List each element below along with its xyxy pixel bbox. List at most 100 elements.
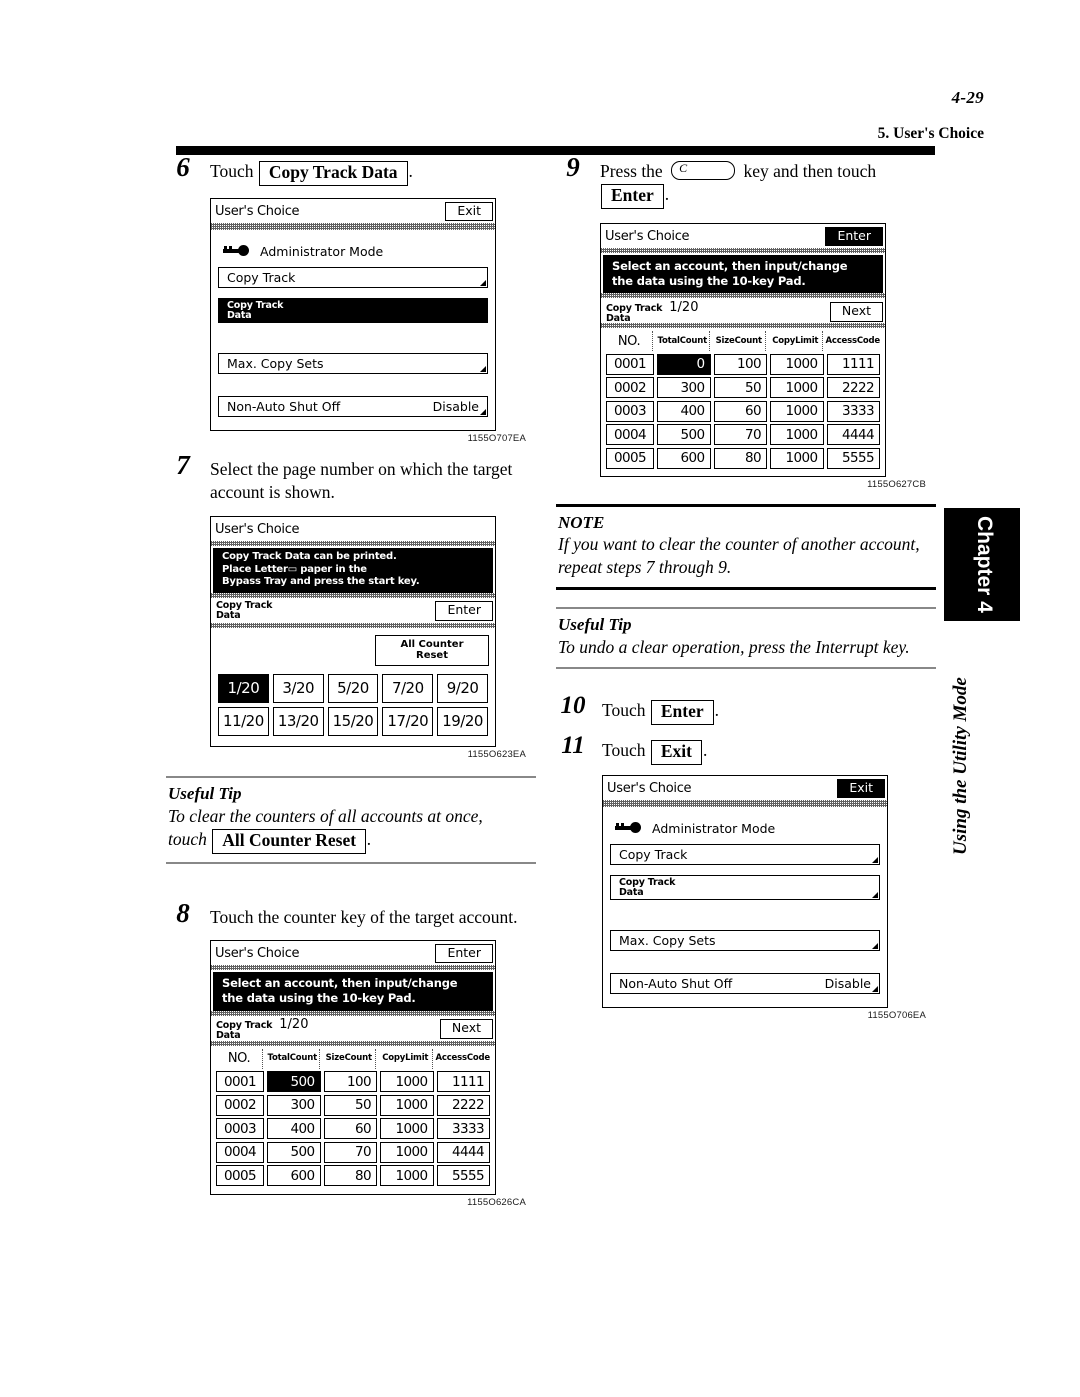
- page-button[interactable]: 15/20: [327, 706, 379, 736]
- instruction-banner: Select an account, then input/change the…: [213, 972, 493, 1011]
- cell-copy-limit[interactable]: 1000: [770, 400, 824, 422]
- cell-access-code[interactable]: 5555: [436, 1165, 490, 1187]
- cell-account-no[interactable]: 0001: [216, 1071, 264, 1093]
- lcd-hatch-divider-2: [211, 592, 495, 598]
- cell-copy-limit[interactable]: 1000: [380, 1165, 434, 1187]
- enter-button[interactable]: Enter: [825, 226, 883, 247]
- menu-item-non-auto-shut-off[interactable]: Non-Auto Shut Off Disable: [218, 395, 488, 417]
- cell-total-count[interactable]: 400: [657, 400, 711, 422]
- all-counter-reset-button-ref[interactable]: All Counter Reset: [212, 828, 367, 854]
- exit-button[interactable]: Exit: [445, 201, 493, 222]
- page-button[interactable]: 7/20: [382, 673, 434, 703]
- cell-size-count[interactable]: 60: [713, 400, 767, 422]
- menu-item-max-copy-sets[interactable]: Max. Copy Sets: [218, 352, 488, 374]
- exit-button[interactable]: Exit: [837, 778, 885, 798]
- page-button[interactable]: 11/20: [218, 706, 269, 736]
- cell-account-no[interactable]: 0003: [216, 1118, 264, 1140]
- cell-access-code[interactable]: 1111: [436, 1071, 490, 1093]
- enter-button[interactable]: Enter: [601, 184, 664, 209]
- next-button[interactable]: Next: [439, 1019, 493, 1039]
- cell-account-no[interactable]: 0004: [606, 424, 654, 446]
- cell-copy-limit[interactable]: 1000: [770, 447, 824, 469]
- cell-total-count[interactable]: 500: [267, 1071, 321, 1093]
- menu-item-max-copy-sets[interactable]: Max. Copy Sets: [610, 929, 880, 951]
- step-8-number: 8: [176, 898, 190, 929]
- cell-total-count[interactable]: 500: [267, 1141, 321, 1163]
- menu-item-non-auto-shut-off[interactable]: Non-Auto Shut Off Disable: [610, 972, 880, 994]
- cell-access-code[interactable]: 2222: [436, 1094, 490, 1116]
- cell-copy-limit[interactable]: 1000: [770, 377, 824, 399]
- cell-total-count[interactable]: 400: [267, 1118, 321, 1140]
- cell-copy-limit[interactable]: 1000: [770, 353, 824, 375]
- cell-copy-limit[interactable]: 1000: [380, 1118, 434, 1140]
- menu-gap-large: [609, 900, 881, 930]
- cell-size-count[interactable]: 80: [713, 447, 767, 469]
- cell-size-count[interactable]: 100: [323, 1071, 377, 1093]
- lcd-hatch-divider-2: [601, 293, 885, 299]
- menu-item-copy-track[interactable]: Copy Track: [610, 843, 880, 865]
- cell-copy-limit[interactable]: 1000: [380, 1094, 434, 1116]
- next-button[interactable]: Next: [829, 302, 883, 322]
- cell-size-count[interactable]: 80: [323, 1165, 377, 1187]
- cell-access-code[interactable]: 3333: [436, 1118, 490, 1140]
- copy-track-data-button[interactable]: Copy Track Data: [258, 161, 408, 186]
- cell-total-count[interactable]: 0: [657, 353, 711, 375]
- cell-account-no[interactable]: 0003: [606, 400, 654, 422]
- menu-item-copy-track[interactable]: Copy Track: [218, 266, 488, 288]
- hdr-line-2: Count: [679, 336, 707, 347]
- menu-item-copy-track-data[interactable]: Copy Track Data: [218, 297, 488, 323]
- exit-button[interactable]: Exit: [650, 739, 702, 765]
- lcd-panel-admin-exit: User's Choice Exit Administrator Mode Co…: [602, 774, 888, 1008]
- page-folio: 4-29: [951, 88, 984, 107]
- cell-access-code[interactable]: 3333: [826, 400, 880, 422]
- cell-copy-limit[interactable]: 1000: [380, 1071, 434, 1093]
- column-header-no: NO.: [606, 331, 653, 352]
- all-counter-reset-button[interactable]: All Counter Reset: [375, 634, 489, 666]
- lcd-title: User's Choice: [215, 522, 300, 538]
- figure-counter-cleared: User's Choice Enter Select an account, t…: [600, 222, 936, 490]
- enter-button[interactable]: Enter: [435, 601, 493, 621]
- cell-size-count[interactable]: 60: [323, 1118, 377, 1140]
- cell-total-count[interactable]: 600: [267, 1165, 321, 1187]
- cell-copy-limit[interactable]: 1000: [770, 424, 824, 446]
- cell-total-count[interactable]: 600: [657, 447, 711, 469]
- cell-copy-limit[interactable]: 1000: [380, 1141, 434, 1163]
- page-button[interactable]: 1/20: [218, 673, 269, 703]
- table-row: 0003 400 60 1000 3333: [216, 1118, 490, 1140]
- cell-access-code[interactable]: 4444: [436, 1141, 490, 1163]
- corner-fold-icon: [480, 314, 486, 321]
- cell-access-code[interactable]: 2222: [826, 377, 880, 399]
- cell-size-count[interactable]: 70: [323, 1141, 377, 1163]
- cell-account-no[interactable]: 0002: [216, 1094, 264, 1116]
- page-button[interactable]: 5/20: [327, 673, 379, 703]
- menu-item-copy-track-data[interactable]: Copy Track Data: [610, 874, 880, 900]
- lcd-title-row: User's Choice Enter: [601, 224, 885, 248]
- page-button[interactable]: 9/20: [437, 673, 488, 703]
- page-button[interactable]: 13/20: [272, 706, 324, 736]
- cell-account-no[interactable]: 0005: [606, 447, 654, 469]
- page-button[interactable]: 3/20: [272, 673, 324, 703]
- cell-account-no[interactable]: 0004: [216, 1141, 264, 1163]
- cell-size-count[interactable]: 100: [713, 353, 767, 375]
- cell-size-count[interactable]: 50: [323, 1094, 377, 1116]
- cell-access-code[interactable]: 5555: [826, 447, 880, 469]
- cell-access-code[interactable]: 4444: [826, 424, 880, 446]
- cell-total-count[interactable]: 300: [657, 377, 711, 399]
- page-button[interactable]: 19/20: [437, 706, 488, 736]
- tip-line-2-after: .: [367, 828, 372, 849]
- page-button[interactable]: 17/20: [382, 706, 434, 736]
- cell-total-count[interactable]: 300: [267, 1094, 321, 1116]
- cell-total-count[interactable]: 500: [657, 424, 711, 446]
- tip-rule-bottom: [556, 666, 936, 670]
- cell-access-code[interactable]: 1111: [826, 353, 880, 375]
- cell-account-no[interactable]: 0005: [216, 1165, 264, 1187]
- cell-account-no[interactable]: 0001: [606, 353, 654, 375]
- table-row: 0005 600 80 1000 5555: [606, 447, 880, 469]
- clear-key-icon[interactable]: C: [671, 161, 736, 180]
- enter-button[interactable]: Enter: [435, 943, 493, 964]
- cell-account-no[interactable]: 0002: [606, 377, 654, 399]
- cell-size-count[interactable]: 50: [713, 377, 767, 399]
- cell-size-count[interactable]: 70: [713, 424, 767, 446]
- lcd-panel-counter-cleared: User's Choice Enter Select an account, t…: [600, 222, 886, 478]
- enter-button[interactable]: Enter: [650, 700, 714, 725]
